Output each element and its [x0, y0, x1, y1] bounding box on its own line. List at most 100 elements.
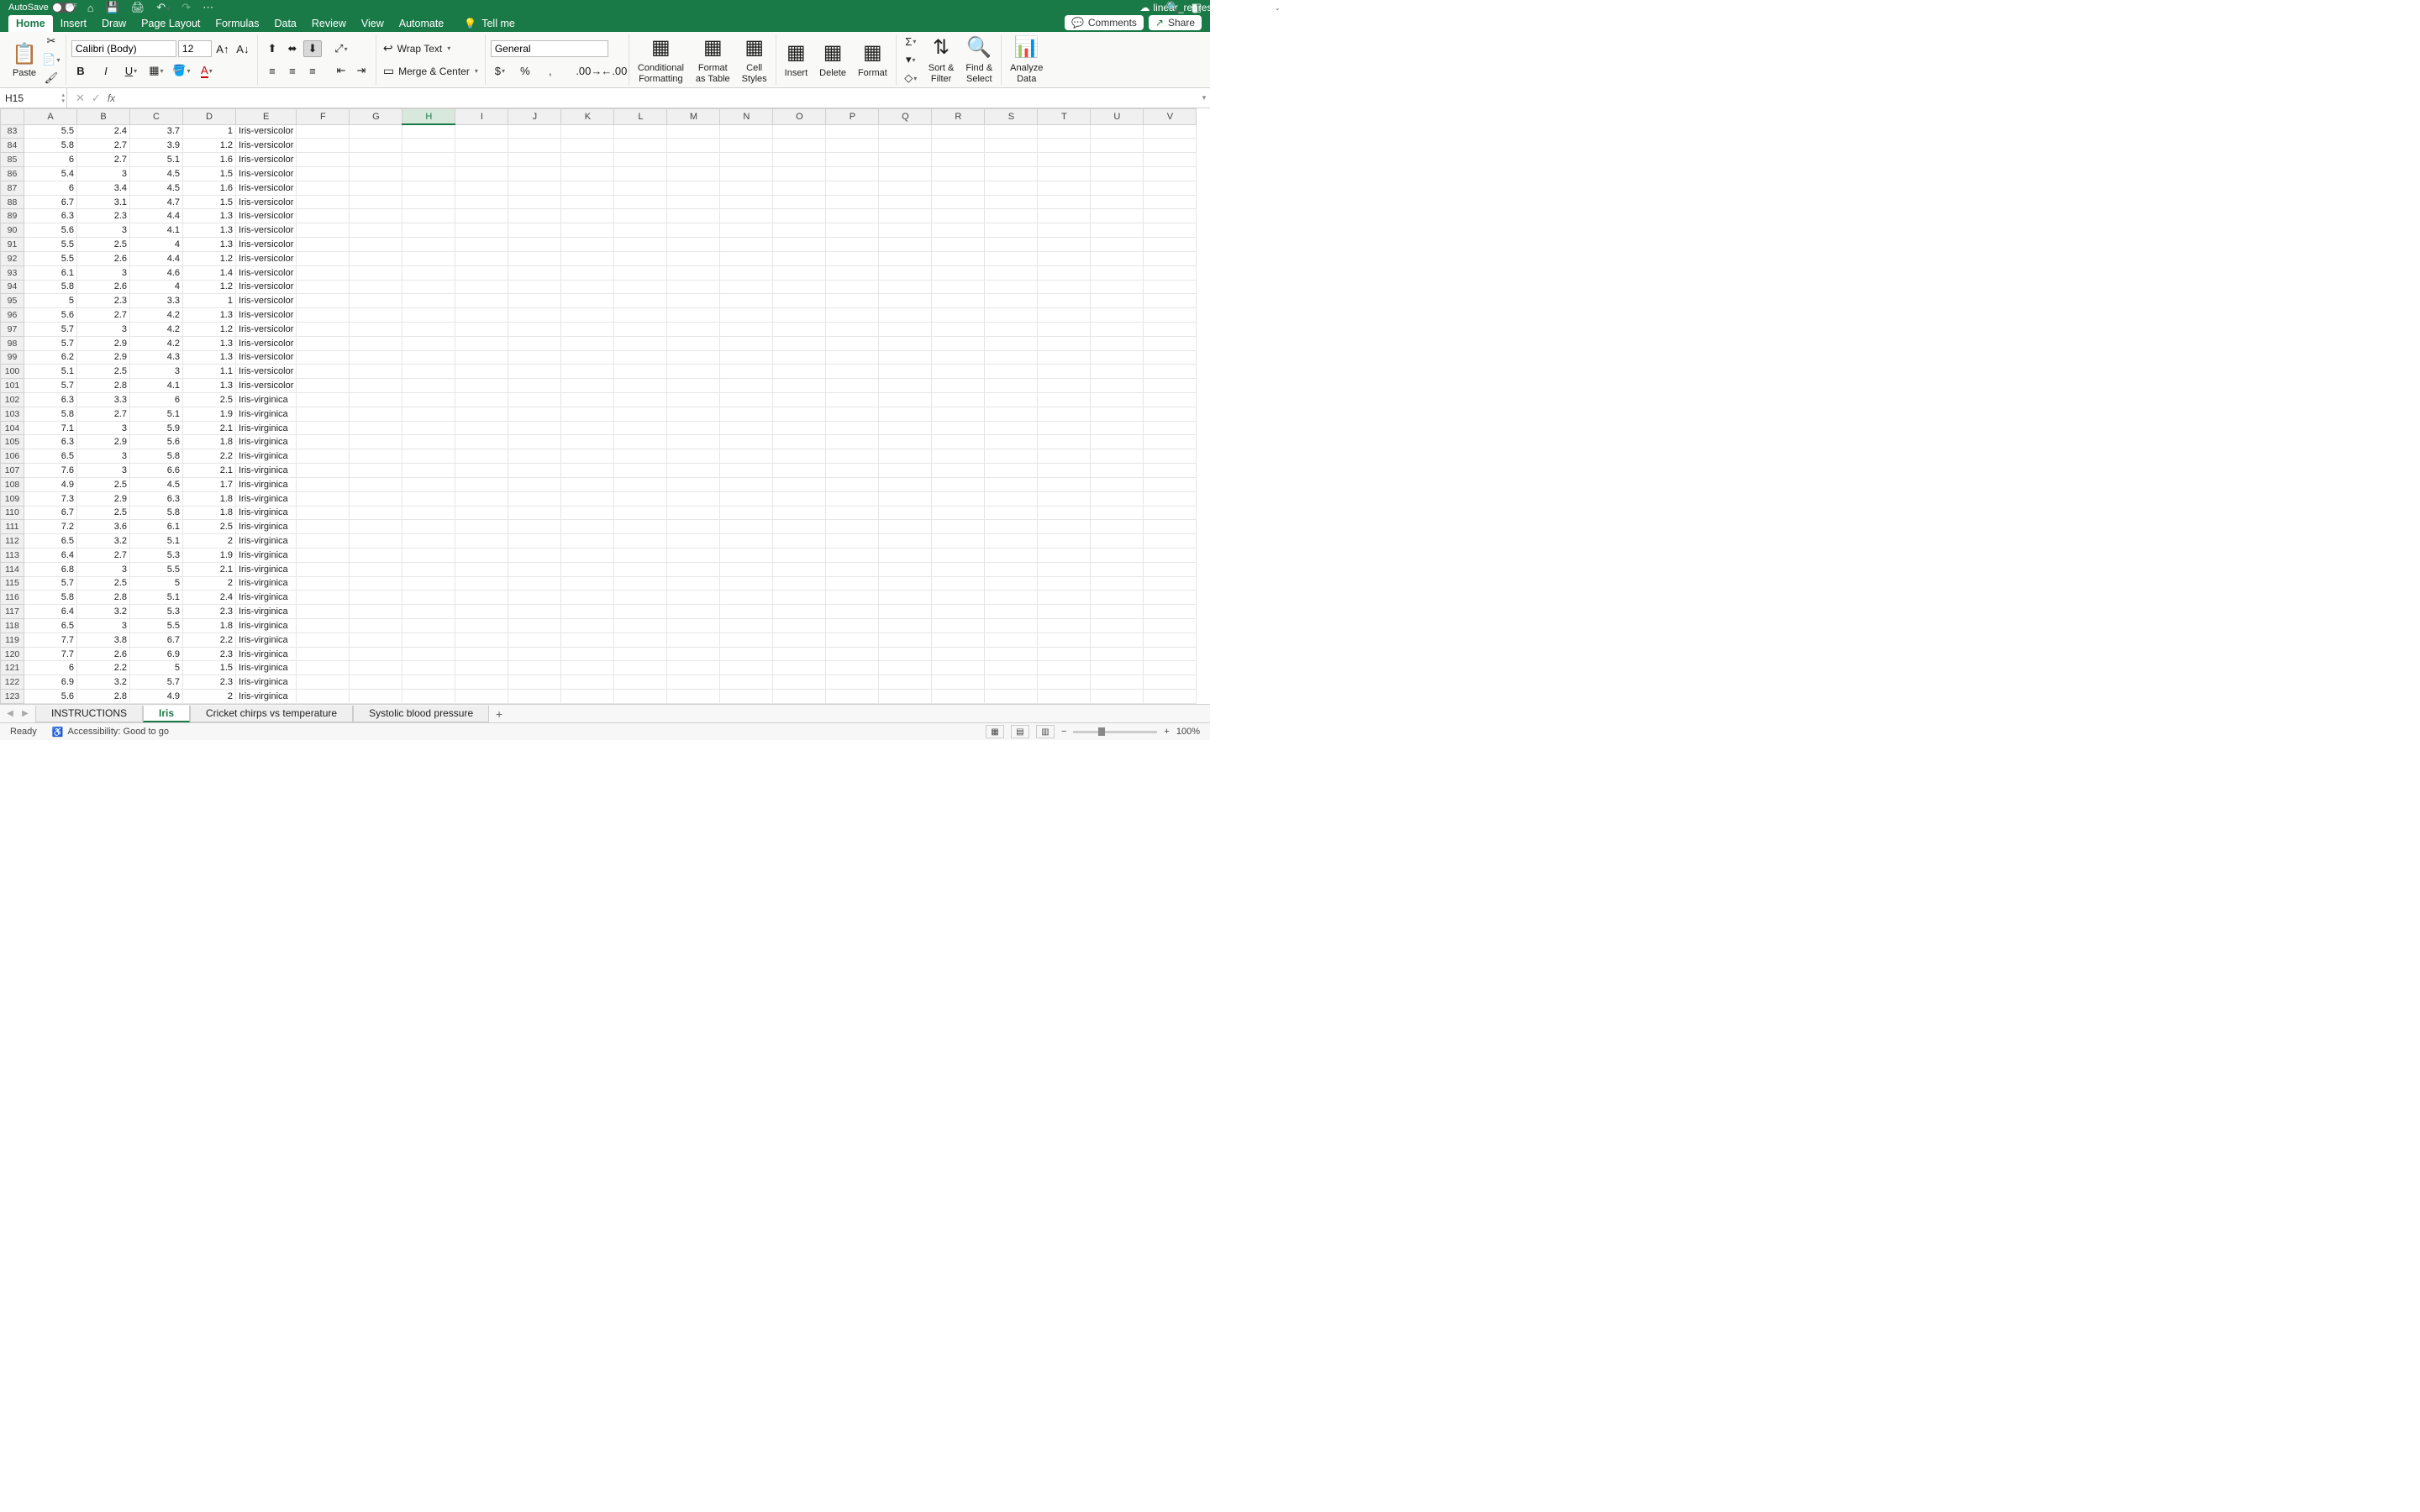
cell[interactable] — [1091, 647, 1144, 661]
cell[interactable]: Iris-versicolor — [236, 195, 297, 209]
cell[interactable] — [455, 167, 508, 181]
cell[interactable] — [720, 195, 773, 209]
cell[interactable]: 3.2 — [77, 534, 130, 549]
cell[interactable] — [879, 322, 932, 336]
cell[interactable]: 2.5 — [77, 238, 130, 252]
cell[interactable] — [985, 336, 1038, 350]
cell[interactable] — [1091, 238, 1144, 252]
cell[interactable] — [455, 322, 508, 336]
cell[interactable] — [773, 576, 826, 591]
cell[interactable]: Iris-versicolor — [236, 124, 297, 139]
row-header[interactable]: 100 — [1, 365, 24, 379]
copy-icon[interactable]: 📄▾ — [42, 51, 60, 68]
filename[interactable]: ☁ linear_regression-updated ⌄ — [1139, 2, 1280, 13]
cell[interactable] — [1038, 633, 1091, 647]
cell[interactable]: 3 — [77, 619, 130, 633]
cell[interactable] — [985, 562, 1038, 576]
cell[interactable]: 2.9 — [77, 336, 130, 350]
cell[interactable]: 1.8 — [183, 491, 236, 506]
cell[interactable]: 2.2 — [77, 661, 130, 675]
cell[interactable] — [667, 365, 720, 379]
cell[interactable]: 4 — [130, 280, 183, 294]
cell[interactable]: 1.6 — [183, 181, 236, 195]
tab-page-layout[interactable]: Page Layout — [134, 15, 208, 32]
cell[interactable] — [455, 336, 508, 350]
cell[interactable] — [402, 153, 455, 167]
undo-icon[interactable]: ↶▾ — [156, 1, 170, 14]
cell[interactable]: 1.9 — [183, 407, 236, 421]
cell[interactable] — [1091, 365, 1144, 379]
cell[interactable] — [985, 223, 1038, 238]
cell[interactable] — [879, 365, 932, 379]
cell[interactable] — [667, 350, 720, 365]
cell[interactable] — [879, 675, 932, 690]
cell[interactable] — [297, 209, 350, 223]
cell[interactable]: Iris-versicolor — [236, 379, 297, 393]
col-header-R[interactable]: R — [932, 109, 985, 125]
cell[interactable] — [985, 605, 1038, 619]
cell[interactable]: 1.8 — [183, 435, 236, 449]
row-header[interactable]: 121 — [1, 661, 24, 675]
cell[interactable] — [297, 139, 350, 153]
cell[interactable] — [402, 619, 455, 633]
cell[interactable] — [667, 223, 720, 238]
cell[interactable] — [614, 139, 667, 153]
cell[interactable] — [508, 294, 561, 308]
row-header[interactable]: 94 — [1, 280, 24, 294]
wrap-text-button[interactable]: ↩ Wrap Text▾ — [381, 39, 480, 57]
cut-icon[interactable]: ✂ — [42, 33, 60, 50]
cell[interactable]: Iris-versicolor — [236, 336, 297, 350]
cell[interactable] — [614, 167, 667, 181]
cell[interactable] — [826, 336, 879, 350]
cell[interactable] — [1091, 435, 1144, 449]
cell[interactable] — [350, 195, 402, 209]
cell[interactable] — [561, 435, 614, 449]
cell[interactable] — [773, 265, 826, 280]
cell[interactable] — [932, 153, 985, 167]
cell[interactable] — [297, 591, 350, 605]
row-header[interactable]: 85 — [1, 153, 24, 167]
tab-data[interactable]: Data — [266, 15, 303, 32]
cell[interactable] — [826, 322, 879, 336]
cell[interactable] — [297, 605, 350, 619]
cell[interactable]: Iris-virginica — [236, 690, 297, 704]
cell[interactable] — [455, 195, 508, 209]
cell[interactable] — [773, 280, 826, 294]
cell[interactable] — [508, 520, 561, 534]
cell[interactable] — [350, 491, 402, 506]
cell[interactable] — [1091, 690, 1144, 704]
cell[interactable] — [297, 421, 350, 435]
row-header[interactable]: 101 — [1, 379, 24, 393]
cell[interactable] — [350, 379, 402, 393]
cell[interactable] — [614, 534, 667, 549]
row-header[interactable]: 103 — [1, 407, 24, 421]
cell[interactable] — [455, 633, 508, 647]
cell[interactable] — [614, 690, 667, 704]
cell[interactable] — [985, 393, 1038, 407]
cell[interactable] — [1091, 421, 1144, 435]
cell[interactable] — [1144, 265, 1197, 280]
cell[interactable] — [1091, 605, 1144, 619]
cell[interactable]: 5.5 — [130, 562, 183, 576]
cell[interactable] — [455, 407, 508, 421]
cell[interactable] — [932, 365, 985, 379]
cell[interactable]: 4.4 — [130, 209, 183, 223]
row-header[interactable]: 118 — [1, 619, 24, 633]
row-header[interactable]: 105 — [1, 435, 24, 449]
cell[interactable] — [667, 322, 720, 336]
cell[interactable]: Iris-versicolor — [236, 153, 297, 167]
cell[interactable]: 1.2 — [183, 139, 236, 153]
cell[interactable] — [879, 393, 932, 407]
cell[interactable] — [1144, 562, 1197, 576]
cell[interactable] — [455, 153, 508, 167]
cell[interactable] — [879, 124, 932, 139]
cell[interactable]: 5.5 — [130, 619, 183, 633]
cell[interactable] — [720, 449, 773, 464]
cell[interactable]: 5.6 — [24, 690, 77, 704]
cell[interactable]: 6.1 — [130, 520, 183, 534]
row-header[interactable]: 102 — [1, 393, 24, 407]
cell[interactable] — [1091, 265, 1144, 280]
cell[interactable] — [614, 238, 667, 252]
cell[interactable] — [773, 350, 826, 365]
font-size-select[interactable] — [178, 40, 212, 57]
